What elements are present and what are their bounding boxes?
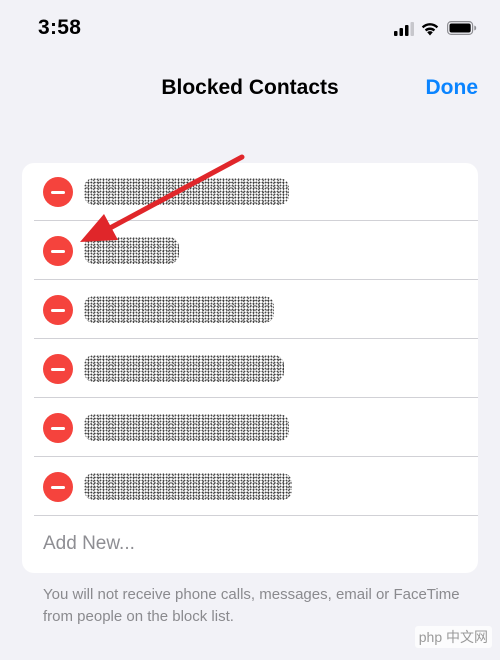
minus-circle-icon[interactable]	[43, 354, 73, 384]
navigation-bar: Blocked Contacts Done	[0, 66, 500, 110]
watermark: php 中文网	[414, 626, 492, 648]
done-button[interactable]: Done	[426, 76, 479, 100]
redacted-contact-name	[84, 414, 289, 441]
minus-circle-icon[interactable]	[43, 295, 73, 325]
add-new-label: Add New...	[43, 533, 135, 554]
redacted-contact-name	[84, 296, 274, 323]
status-bar: 3:58	[0, 0, 500, 56]
row-divider	[34, 279, 478, 280]
block-list-footnote: You will not receive phone calls, messag…	[43, 586, 460, 625]
blocked-contact-row[interactable]	[22, 281, 478, 339]
redacted-contact-name	[84, 355, 284, 382]
blocked-contact-row[interactable]	[22, 399, 478, 457]
row-divider	[34, 397, 478, 398]
redacted-contact-name	[84, 237, 179, 264]
row-divider	[34, 220, 478, 221]
redacted-contact-name	[84, 178, 289, 205]
cellular-signal-icon	[394, 22, 414, 36]
redacted-contact-name	[84, 473, 292, 500]
blocked-contact-row[interactable]	[22, 163, 478, 221]
row-divider	[34, 456, 478, 457]
blocked-contact-row[interactable]	[22, 340, 478, 398]
blocked-contacts-list: Add New...	[22, 163, 478, 573]
status-time: 3:58	[38, 16, 82, 39]
minus-circle-icon[interactable]	[43, 472, 73, 502]
row-divider	[34, 338, 478, 339]
blocked-contact-row[interactable]	[22, 222, 478, 280]
add-new-button[interactable]: Add New...	[22, 515, 478, 573]
battery-icon	[447, 21, 477, 35]
minus-circle-icon[interactable]	[43, 177, 73, 207]
minus-circle-icon[interactable]	[43, 236, 73, 266]
minus-circle-icon[interactable]	[43, 413, 73, 443]
blocked-contact-row[interactable]	[22, 458, 478, 516]
wifi-icon	[421, 23, 439, 36]
